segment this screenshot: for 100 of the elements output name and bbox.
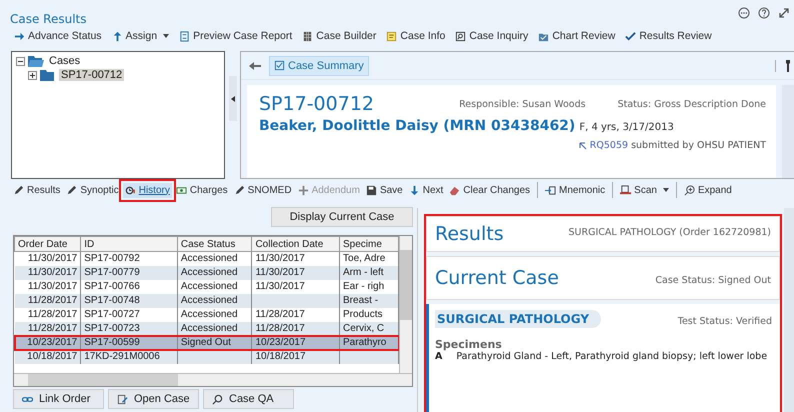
toolbar-button[interactable]: SNOMED [232,182,294,198]
expand-toggle[interactable] [28,70,37,80]
table-cell: SP17-00779 [84,267,140,278]
scanner-icon [620,184,632,196]
toolbar-button[interactable]: Advance Status [12,29,104,43]
table-row[interactable]: 11/28/2017 SP17-00748 Accessioned Breast - [14,294,398,308]
document-icon [179,30,190,42]
table-cell: Ear - righ [343,281,384,292]
toolbar-button[interactable]: Assign [110,29,172,43]
pencil-icon [234,184,245,196]
table-cell: 10/18/2017 [255,351,306,362]
toolbar-button[interactable]: Case Builder [300,29,378,43]
table-cell: 11/30/2017 [28,253,78,264]
table-cell: SP17-00792 [84,253,140,264]
edit-document-icon [117,394,128,404]
arrow-up-left-icon [578,142,587,150]
table-cell: Accessioned [180,267,238,278]
table-cell: 11/28/2017 [28,309,78,320]
toolbar-button[interactable]: Scan [618,182,671,198]
request-link[interactable]: RQ5059 [590,140,628,151]
note-icon [386,30,398,42]
back-arrow-icon[interactable] [249,60,261,70]
toolbar-button[interactable]: History [122,182,172,198]
column-header[interactable]: Case Status [177,236,252,252]
table-cell: 11/28/2017 [28,323,78,334]
plus-icon [298,184,309,196]
table-cell: Accessioned [180,295,238,306]
money-icon [176,184,187,196]
table-cell: SP17-00727 [84,309,140,320]
toolbar-button[interactable]: Synoptic [64,182,121,198]
eraser-icon [449,184,460,196]
case-status-text: Case Status: Signed Out [655,274,771,286]
folder-icon [28,55,44,67]
search-icon [455,30,466,42]
toolbar-button[interactable]: Save [364,182,405,198]
expand-icon[interactable] [778,7,790,19]
scrollbar[interactable] [399,236,412,373]
tree-item[interactable]: SP17-00712 [59,69,124,81]
table-cell: SP17-00599 [84,337,140,348]
toolbar-button[interactable]: Results [11,182,62,198]
scrollbar[interactable] [14,373,412,386]
column-header[interactable]: Collection Date [252,236,340,252]
toolbar-button[interactable]: Next [406,182,446,198]
table-cell: 10/23/2017 [255,337,306,348]
checklist-icon [274,60,285,71]
tab[interactable]: Case Summary [269,56,369,76]
toolbar-button[interactable]: Chart Review [536,29,618,43]
table-cell: SP17-00723 [84,323,140,334]
current-case-heading: Current Case [435,267,559,289]
table-cell: Accessioned [180,253,238,264]
table-cell: Breast - [343,295,378,306]
arrow-into-box-icon [545,184,556,196]
results-heading: Results [435,223,504,245]
more-options-icon[interactable] [738,7,750,19]
display-current-case-button[interactable]: Display Current Case [271,207,413,227]
toolbar-button[interactable]: Results Review [623,29,714,43]
table-cell: Accessioned [180,309,238,320]
table-cell: 10/18/2017 [27,351,78,362]
table-cell: Toe, Adre [343,253,386,264]
toolbar-button[interactable]: Case Inquiry [453,29,530,43]
toolbar-button[interactable]: Charges [174,182,230,198]
test-status-text: Test Status: Verified [678,314,772,326]
table-row[interactable]: 11/28/2017 SP17-00723 Accessioned 11/28/2017 Cervix, C [14,322,398,336]
pencil-icon [66,184,78,196]
window-title: Case Results [10,12,87,26]
table-cell: Signed Out [180,337,231,348]
status-text: Status: Gross Description Done [618,98,766,110]
table-cell: 11/28/2017 [255,309,305,320]
column-header[interactable]: Specime [340,236,398,252]
action-button[interactable]: Open Case [108,389,199,409]
patient-details: F, 4 yrs, 3/17/2013 [579,122,674,133]
toolbar-button[interactable]: Case Info [384,29,448,43]
table-row[interactable]: 11/30/2017 SP17-00779 Accessioned 11/30/2017 Arm - left [14,266,398,280]
specimens-heading: Specimens [435,338,503,351]
case-id: SP17-00712 [259,93,374,115]
scrollbar[interactable] [782,85,794,178]
collapse-handle[interactable] [229,76,237,121]
action-button[interactable]: Link Order [13,389,104,409]
grid-icon [302,30,314,42]
table-row[interactable]: 10/23/2017 SP17-00599 Signed Out 10/23/2017 Parathyro [14,336,398,350]
table-cell: Accessioned [180,323,238,334]
toolbar-button[interactable]: Preview Case Report [177,29,294,43]
collapse-toggle[interactable] [16,56,25,66]
tree-item[interactable]: Cases [47,55,82,67]
action-button[interactable]: Case QA [203,389,294,409]
table-row[interactable]: 10/18/2017 17KD-291M0006 10/18/2017 [14,350,398,364]
save-icon [366,184,377,196]
toolbar-button[interactable]: Mnemonic [543,182,608,198]
table-cell: 10/23/2017 [27,337,78,348]
help-icon[interactable] [758,7,770,19]
table-cell: 11/30/2017 [255,253,305,264]
table-cell: 11/28/2017 [28,295,78,306]
toolbar-button[interactable]: Clear Changes [447,182,532,198]
toolbar-button[interactable]: Expand [682,182,734,198]
column-header[interactable]: ID [80,236,178,252]
section-heading: SURGICAL PATHOLOGY [435,310,602,328]
column-header[interactable]: Order Date [14,236,81,252]
table-cell: Arm - left [343,267,384,278]
search-icon [212,394,223,404]
order-text: SURGICAL PATHOLOGY (Order 162720981) [568,226,771,238]
